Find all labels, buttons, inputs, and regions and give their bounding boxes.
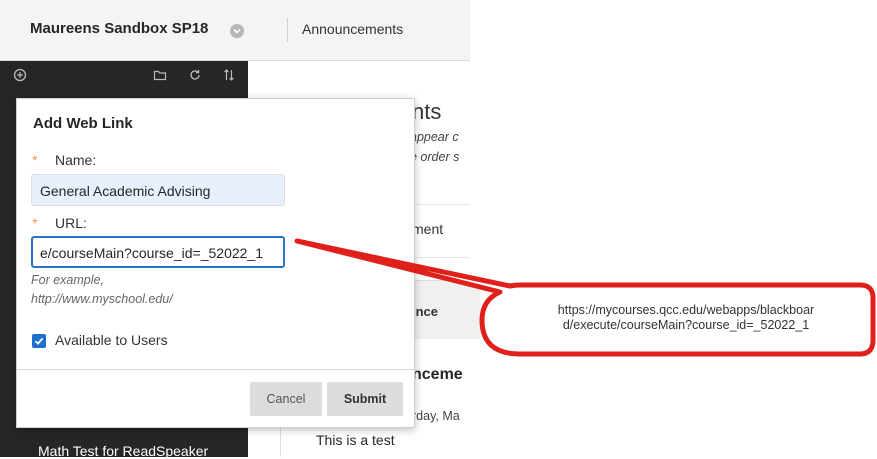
url-callout-shape — [294, 238, 876, 357]
callout-text: https://mycourses.qcc.edu/webapps/blackb… — [505, 303, 867, 333]
callout-line-2: d/execute/courseMain?course_id=_52022_1 — [562, 318, 810, 332]
callout-line-1: https://mycourses.qcc.edu/webapps/blackb… — [557, 303, 815, 317]
